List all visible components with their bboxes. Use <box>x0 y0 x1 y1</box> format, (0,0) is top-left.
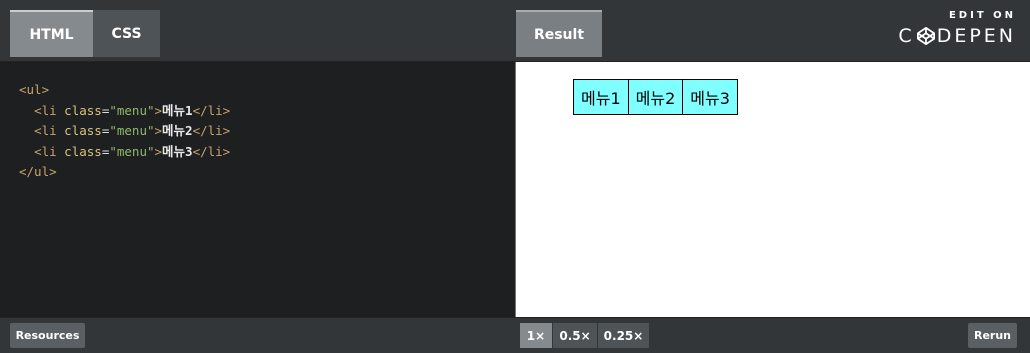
code-block: <ul> <li class="menu">메뉴1</li> <li class… <box>19 80 230 183</box>
zoom-0-25x-button[interactable]: 0.25× <box>598 323 650 348</box>
tab-css[interactable]: CSS <box>93 10 160 57</box>
result-tab-bar: Result EDIT ON C DEPEN <box>515 0 1030 62</box>
zoom-0-5x-button[interactable]: 0.5× <box>553 323 598 348</box>
menu-list: 메뉴1 메뉴2 메뉴3 <box>573 79 738 115</box>
code-line-4: <li class="menu">메뉴3</li> <box>34 143 231 159</box>
editor-tab-bar: HTML CSS <box>0 0 515 62</box>
menu-item-1: 메뉴1 <box>573 79 629 115</box>
edit-on-codepen-link[interactable]: EDIT ON C DEPEN <box>896 10 1016 50</box>
zoom-1x-button[interactable]: 1× <box>520 323 553 348</box>
zoom-control-group: 1× 0.5× 0.25× <box>520 323 650 348</box>
tab-result[interactable]: Result <box>516 10 602 57</box>
code-line-5: </ul> <box>19 164 57 179</box>
resources-button[interactable]: Resources <box>10 323 85 348</box>
code-line-3: <li class="menu">메뉴2</li> <box>34 123 231 138</box>
tab-html[interactable]: HTML <box>10 10 93 57</box>
code-line-1: <ul> <box>19 82 50 97</box>
codepen-logo-icon <box>916 27 935 45</box>
html-code-panel[interactable]: <ul> <li class="menu">메뉴1</li> <li class… <box>0 62 515 317</box>
code-line-2: <li class="menu">메뉴1</li> <box>34 102 231 118</box>
brand-wordmark: C DEPEN <box>896 24 1016 48</box>
brand-edit-on: EDIT ON <box>948 10 1016 21</box>
bottom-toolbar: Resources 1× 0.5× 0.25× Rerun <box>0 317 1030 353</box>
menu-item-2: 메뉴2 <box>628 79 684 115</box>
brand-letters-depen: DEPEN <box>936 25 1016 47</box>
codepen-embed: HTML CSS Result EDIT ON C DEPEN <ul> <li… <box>0 0 1030 353</box>
rerun-button[interactable]: Rerun <box>968 323 1017 348</box>
brand-letter-c: C <box>898 25 915 47</box>
result-preview-panel: 메뉴1 메뉴2 메뉴3 <box>515 62 1030 317</box>
menu-item-3: 메뉴3 <box>683 79 738 115</box>
